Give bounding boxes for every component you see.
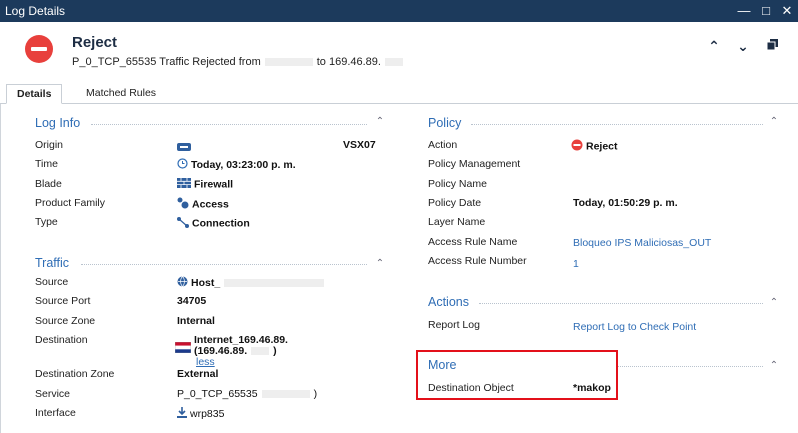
collapse-actions-icon[interactable]: ⌃ <box>767 297 781 308</box>
log-title: Reject <box>72 34 118 51</box>
close-icon[interactable]: ✕ <box>778 2 796 20</box>
section-divider <box>616 366 763 367</box>
field-label-blade: Blade <box>35 178 62 190</box>
field-value-destination-zone: External <box>177 368 219 380</box>
globe-icon <box>177 276 188 290</box>
report-log-link[interactable]: Report Log to Check Point <box>573 321 696 333</box>
tab-matched-rules[interactable]: Matched Rules <box>76 84 166 104</box>
reject-icon <box>25 35 53 63</box>
section-divider <box>479 303 763 304</box>
field-label-report-log: Report Log <box>428 319 480 331</box>
next-log-icon[interactable]: ⌄ <box>735 38 751 54</box>
window-title: Log Details <box>5 4 66 18</box>
field-label-type: Type <box>35 216 58 228</box>
title-bar: Log Details — □ ✕ <box>0 0 798 22</box>
gateway-icon <box>177 142 191 154</box>
field-value-policy-date: Today, 01:50:29 p. m. <box>573 197 678 209</box>
reject-small-icon <box>571 139 583 154</box>
section-title-policy: Policy <box>428 116 462 130</box>
field-label-interface: Interface <box>35 407 76 419</box>
field-value-action: Reject <box>571 139 618 154</box>
log-header: Reject P_0_TCP_65535 Traffic Rejected fr… <box>0 22 798 82</box>
collapse-policy-icon[interactable]: ⌃ <box>767 116 781 127</box>
section-divider <box>91 124 367 125</box>
redacted-block <box>384 58 403 67</box>
field-label-source: Source <box>35 276 69 288</box>
field-label-destination: Destination <box>35 334 88 346</box>
field-label-action: Action <box>428 139 458 151</box>
collapse-more-icon[interactable]: ⌃ <box>767 360 781 371</box>
field-value-origin: VSX07 <box>343 139 376 151</box>
field-value-source-zone: Internal <box>177 315 215 327</box>
collapse-log-info-icon[interactable]: ⌃ <box>373 116 387 127</box>
field-value-interface: wrp835 <box>177 407 224 421</box>
field-label-destination-zone: Destination Zone <box>35 368 115 380</box>
section-divider <box>471 124 763 125</box>
field-label-access-rule-number: Access Rule Number <box>428 255 527 267</box>
connection-icon <box>177 216 189 231</box>
field-label-source-zone: Source Zone <box>35 315 96 327</box>
annotation-highlight-box <box>416 350 618 400</box>
redacted-block <box>261 390 310 399</box>
field-label-policy-date: Policy Date <box>428 197 482 209</box>
show-less-link[interactable]: less <box>196 356 215 368</box>
field-label-policy-name: Policy Name <box>428 178 487 190</box>
redacted-block <box>224 279 325 287</box>
minimize-icon[interactable]: — <box>735 2 753 20</box>
field-label-policy-management: Policy Management <box>428 158 521 170</box>
clock-icon <box>177 158 188 172</box>
field-label-origin: Origin <box>35 139 64 151</box>
field-label-time: Time <box>35 158 58 170</box>
access-rule-name-link[interactable]: Bloqueo IPS Maliciosas_OUT <box>573 237 711 249</box>
field-value-source-port: 34705 <box>177 295 207 307</box>
redacted-block <box>264 58 313 67</box>
download-arrow-icon <box>177 407 187 421</box>
redacted-block <box>251 347 270 356</box>
field-label-layer-name: Layer Name <box>428 216 486 228</box>
tab-details[interactable]: Details <box>6 84 63 104</box>
subtitle-prefix: P_0_TCP_65535 Traffic Rejected from <box>72 56 261 68</box>
copy-icon[interactable] <box>764 38 780 54</box>
access-icon <box>177 197 189 212</box>
field-value-service: P_0_TCP_65535) <box>177 388 318 400</box>
subtitle-mid: to 169.46.89. <box>316 56 381 68</box>
details-panel: Log Info ⌃ Origin VSX07 Time Today, 03:2… <box>0 104 798 433</box>
section-divider <box>81 264 367 265</box>
flag-icon <box>174 341 192 356</box>
field-value-source: Host_ <box>177 276 328 290</box>
tab-bar: Details Matched Rules <box>0 84 798 104</box>
field-label-source-port: Source Port <box>35 295 91 307</box>
field-label-service: Service <box>35 388 71 400</box>
log-subtitle: P_0_TCP_65535 Traffic Rejected from to 16… <box>72 56 407 68</box>
collapse-traffic-icon[interactable]: ⌃ <box>373 258 387 269</box>
firewall-icon <box>177 178 191 191</box>
field-value-product-family: Access <box>177 197 229 212</box>
section-title-actions: Actions <box>428 295 469 309</box>
field-label-access-rule-name: Access Rule Name <box>428 236 518 248</box>
section-title-traffic: Traffic <box>35 256 70 270</box>
field-value-blade: Firewall <box>177 178 233 191</box>
field-value-type: Connection <box>177 216 250 231</box>
access-rule-number-link[interactable]: 1 <box>573 258 579 270</box>
field-value-time: Today, 03:23:00 p. m. <box>177 158 296 172</box>
field-label-product-family: Product Family <box>35 197 106 209</box>
previous-log-icon[interactable]: ⌃ <box>706 38 722 54</box>
maximize-icon[interactable]: □ <box>757 2 775 20</box>
section-title-log-info: Log Info <box>35 116 81 130</box>
